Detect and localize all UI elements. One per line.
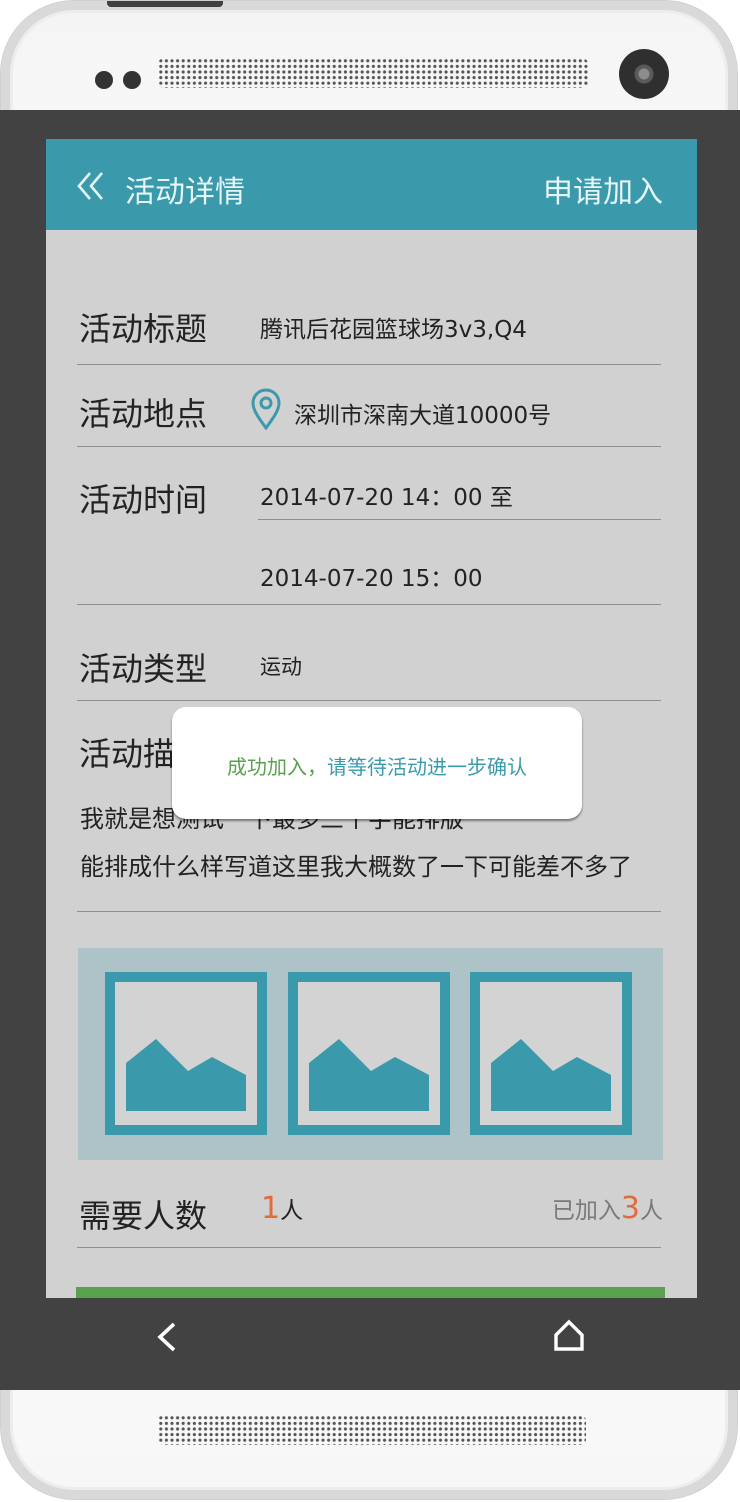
sensor-dot xyxy=(95,71,113,89)
home-icon[interactable] xyxy=(552,1318,586,1352)
bottom-speaker xyxy=(158,1415,586,1445)
earpiece-speaker xyxy=(158,58,588,88)
needed-count: 1人 xyxy=(261,1191,303,1226)
toast-success-text: 成功加入， xyxy=(227,755,327,779)
time-end: 2014-07-20 15：00 xyxy=(260,566,483,592)
success-toast: 成功加入，请等待活动进一步确认 xyxy=(172,707,582,819)
divider xyxy=(77,604,661,605)
joined-prefix: 已加入 xyxy=(551,1198,621,1224)
app-bar: 活动详情 申请加入 xyxy=(46,139,697,230)
power-button xyxy=(107,1,223,7)
image-placeholder-icon xyxy=(309,1039,429,1111)
divider xyxy=(77,700,661,701)
page-title: 活动详情 xyxy=(125,175,245,210)
people-label: 需要人数 xyxy=(79,1197,208,1235)
location-label: 活动地点 xyxy=(79,395,208,433)
time-start: 2014-07-20 14：00 至 xyxy=(260,485,513,511)
divider xyxy=(77,1247,661,1248)
sensor-dot xyxy=(123,71,141,89)
divider xyxy=(77,911,661,912)
type-label: 活动类型 xyxy=(79,650,208,688)
divider xyxy=(77,364,661,365)
divider xyxy=(77,446,661,447)
location-value: 深圳市深南大道10000号 xyxy=(294,403,552,429)
divider xyxy=(258,519,661,520)
toast-pending-text: 请等待活动进一步确认 xyxy=(327,755,527,779)
front-camera xyxy=(619,49,669,99)
apply-join-button[interactable]: 申请加入 xyxy=(543,167,663,211)
title-value: 腾讯后花园篮球场3v3,Q4 xyxy=(260,317,527,343)
time-label: 活动时间 xyxy=(79,481,208,519)
image-placeholder-icon xyxy=(491,1039,611,1111)
joined-count: 已加入3人 xyxy=(552,1191,663,1226)
needed-number: 1 xyxy=(261,1191,281,1226)
description-label: 活动描 xyxy=(79,735,176,773)
image-gallery xyxy=(78,948,663,1160)
needed-unit: 人 xyxy=(280,1198,304,1224)
joined-number: 3 xyxy=(620,1191,640,1226)
chevron-left-icon[interactable] xyxy=(152,1319,182,1355)
type-value: 运动 xyxy=(260,655,302,679)
gallery-image-1[interactable] xyxy=(105,972,267,1135)
gallery-image-2[interactable] xyxy=(288,972,450,1135)
title-label: 活动标题 xyxy=(79,310,208,348)
toast-message: 成功加入，请等待活动进一步确认 xyxy=(172,751,582,780)
map-pin-icon xyxy=(251,388,281,430)
description-line-2: 能排成什么样写道这里我大概数了一下可能差不多了 xyxy=(80,853,632,881)
double-chevron-left-icon[interactable] xyxy=(76,171,106,201)
joined-unit: 人 xyxy=(640,1198,663,1224)
gallery-image-3[interactable] xyxy=(470,972,632,1135)
join-action-bar[interactable] xyxy=(76,1287,665,1298)
image-placeholder-icon xyxy=(126,1039,246,1111)
